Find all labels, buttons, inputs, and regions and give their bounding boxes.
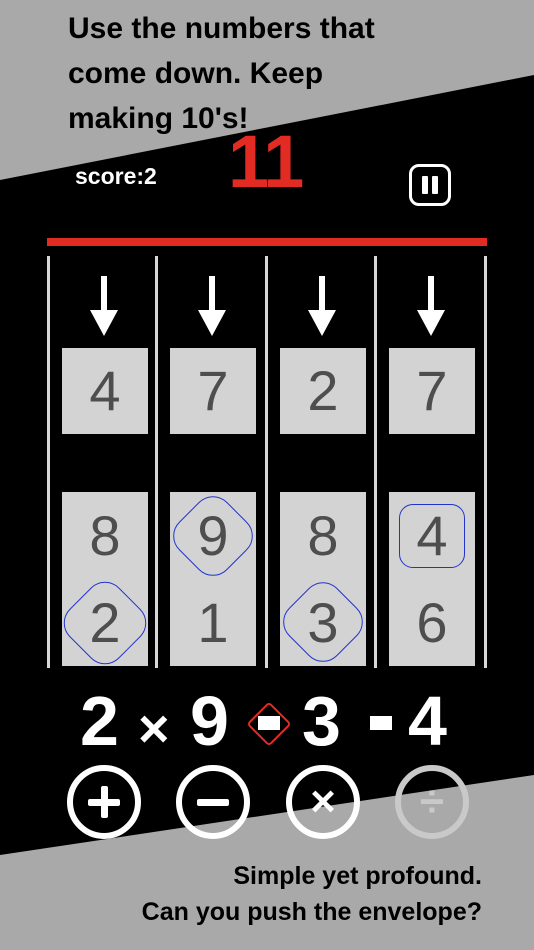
minus-icon: [197, 799, 229, 806]
column-4[interactable]: 7 4 6: [377, 256, 483, 668]
promo-top-line2: come down. Keep: [68, 57, 324, 90]
expression-number: 2: [80, 682, 119, 760]
minus-button[interactable]: [176, 765, 250, 839]
promo-top-line1: Use the numbers that: [68, 12, 375, 45]
minus-operator: [370, 716, 392, 730]
column-divider: [484, 256, 487, 668]
tile-number[interactable]: 8: [280, 492, 366, 579]
pause-button[interactable]: [409, 164, 451, 206]
pause-icon-bar: [432, 176, 438, 194]
expression-number: 3: [302, 682, 341, 760]
stack-tile[interactable]: 9 1: [164, 487, 262, 666]
tile-number: 7: [197, 359, 229, 422]
divide-icon: ÷: [419, 777, 445, 826]
multiply-button[interactable]: ×: [286, 765, 360, 839]
tile-number: 7: [416, 359, 448, 422]
score-label: score:2: [75, 163, 157, 189]
plus-icon-vertical: [101, 786, 108, 818]
column-3[interactable]: 2 8 3: [268, 256, 374, 671]
tile-number[interactable]: 8: [62, 492, 148, 579]
stack-tile[interactable]: 4 6: [389, 492, 475, 666]
down-arrow-icon: [198, 276, 226, 336]
promo-bottom-line1: Simple yet profound.: [233, 862, 482, 890]
falling-tile[interactable]: 4: [62, 348, 148, 434]
tile-number: 2: [307, 359, 339, 422]
expression-number: 9: [190, 682, 229, 760]
tile-number[interactable]: 6: [389, 579, 475, 666]
expression-number: 4: [408, 682, 447, 760]
down-arrow-icon: [308, 276, 336, 336]
stack-tile[interactable]: 8 2: [55, 492, 155, 673]
tile-number[interactable]: 1: [170, 579, 256, 666]
expression-display: 2 × 9 3 4: [80, 683, 480, 763]
plus-button[interactable]: [67, 765, 141, 839]
danger-line: [47, 238, 487, 246]
game-board: 4 8 2 7 9 1 2 8 3 7 4 6: [47, 256, 487, 673]
pause-icon: [422, 176, 428, 194]
target-number: 11: [228, 120, 304, 203]
falling-tile[interactable]: 7: [389, 348, 475, 434]
minus-operator: [258, 716, 280, 730]
stack-tile[interactable]: 8 3: [274, 492, 372, 671]
divide-button[interactable]: ÷: [395, 765, 469, 839]
selection-marker: [399, 504, 465, 568]
falling-tile[interactable]: 7: [170, 348, 256, 434]
multiply-icon: ×: [310, 777, 336, 826]
promo-caption-bottom: Simple yet profound. Can you push the en…: [142, 858, 482, 930]
promo-bottom-line2: Can you push the envelope?: [141, 898, 482, 926]
column-1[interactable]: 4 8 2: [50, 256, 156, 673]
tile-number: 4: [89, 359, 121, 422]
falling-tile[interactable]: 2: [280, 348, 366, 434]
expression-operator: ×: [138, 699, 170, 759]
down-arrow-icon: [417, 276, 445, 336]
down-arrow-icon: [90, 276, 118, 336]
column-2[interactable]: 7 9 1: [158, 256, 264, 668]
